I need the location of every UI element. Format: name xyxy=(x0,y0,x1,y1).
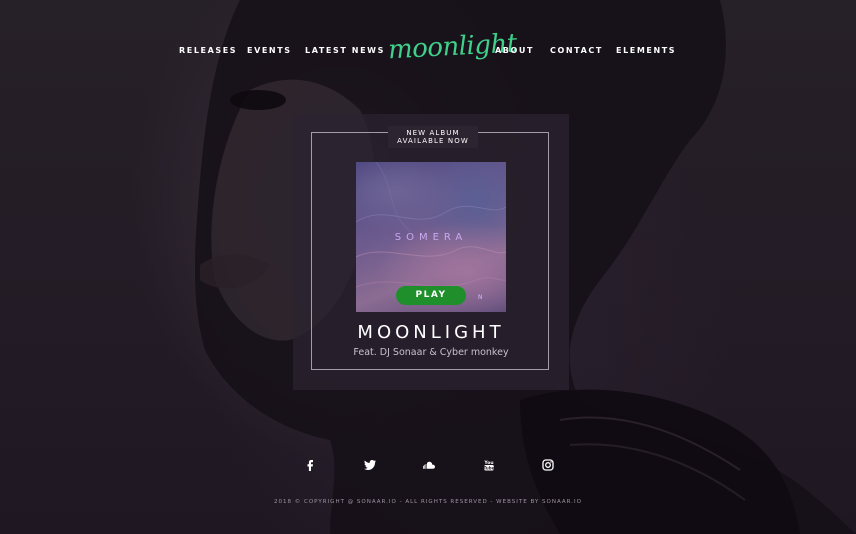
nav-item-releases[interactable]: RELEASES xyxy=(179,46,237,55)
page: RELEASES EVENTS LATEST NEWS moonlight AB… xyxy=(0,0,856,534)
youtube-icon[interactable]: You Tube xyxy=(481,457,497,473)
play-button[interactable]: PLAY xyxy=(396,286,466,305)
nav-item-contact[interactable]: CONTACT xyxy=(550,46,603,55)
soundcloud-icon[interactable] xyxy=(421,457,437,473)
album-cover-mark: N xyxy=(478,294,483,301)
main-navigation: RELEASES EVENTS LATEST NEWS moonlight AB… xyxy=(0,0,856,100)
nav-item-events[interactable]: EVENTS xyxy=(247,46,292,55)
footer-copyright: 2018 © COPYRIGHT @ SONAAR.IO - ALL RIGHT… xyxy=(274,499,582,505)
instagram-icon[interactable] xyxy=(540,457,556,473)
nav-item-about[interactable]: ABOUT xyxy=(495,46,534,55)
nav-item-latest-news[interactable]: LATEST NEWS xyxy=(305,46,385,55)
album-title: MOONLIGHT xyxy=(357,322,505,343)
album-cover-title: SOMERA xyxy=(394,232,468,243)
svg-text:Tube: Tube xyxy=(484,465,495,470)
new-album-label-line1: NEW ALBUM xyxy=(406,129,460,137)
new-album-label: NEW ALBUM AVAILABLE NOW xyxy=(388,126,478,148)
facebook-icon[interactable] xyxy=(302,457,318,473)
nav-item-elements[interactable]: ELEMENTS xyxy=(616,46,676,55)
twitter-icon[interactable] xyxy=(362,457,378,473)
new-album-label-line2: AVAILABLE NOW xyxy=(397,137,469,145)
album-subtitle: Feat. DJ Sonaar & Cyber monkey xyxy=(353,347,509,358)
album-card: NEW ALBUM AVAILABLE NOW SOMERA N PLAY MO… xyxy=(293,114,569,390)
